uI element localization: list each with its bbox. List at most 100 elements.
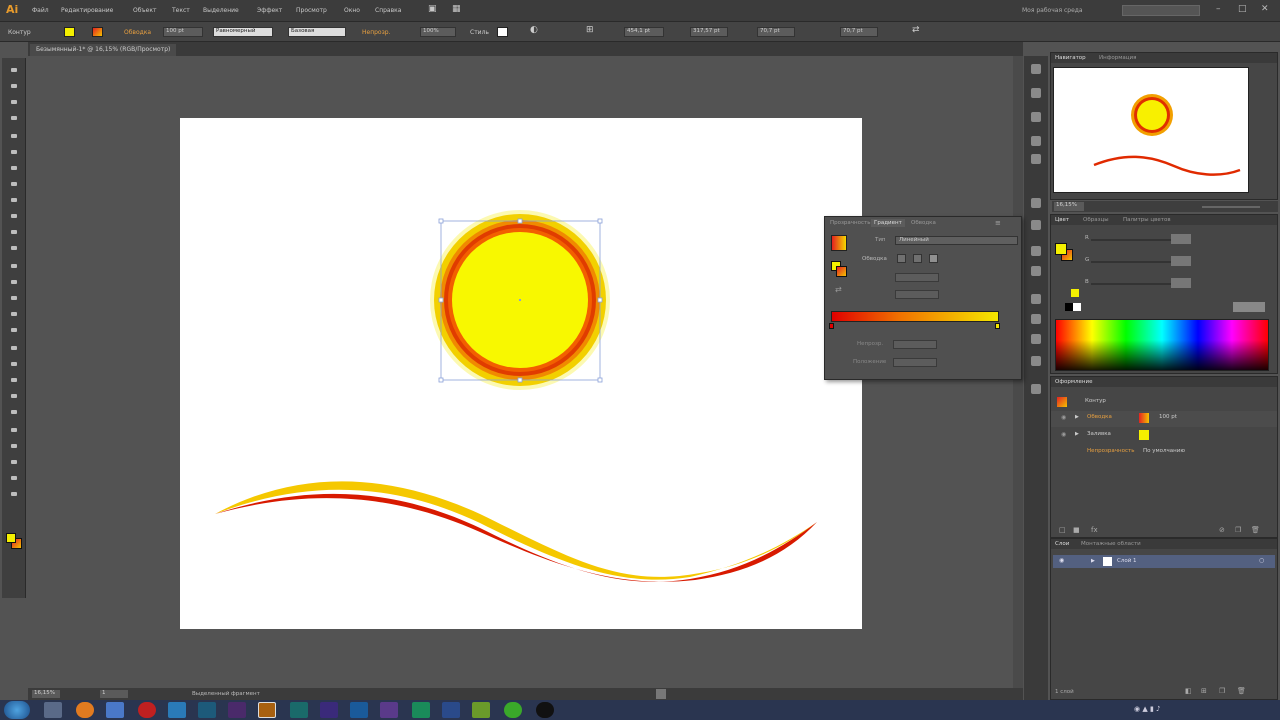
tab-navigator[interactable]: Навигатор xyxy=(1055,55,1086,61)
tab-color-guide[interactable]: Палитры цветов xyxy=(1123,217,1171,223)
artboards-panel-icon[interactable] xyxy=(1031,334,1041,344)
arrange-documents-icon[interactable]: ▦ xyxy=(452,4,461,14)
opacity-field[interactable]: 100% xyxy=(420,27,456,37)
layer-target-icon[interactable]: ○ xyxy=(1259,557,1264,564)
mesh-tool-icon[interactable] xyxy=(9,344,19,352)
white-swatch[interactable] xyxy=(1073,303,1081,311)
taskbar-encore-icon[interactable] xyxy=(380,702,398,718)
tab-appearance[interactable]: Оформление xyxy=(1055,379,1093,385)
taskbar-illustrator-icon[interactable] xyxy=(258,702,276,718)
stroke-label[interactable]: Обводка xyxy=(124,29,151,36)
color-guide-icon[interactable] xyxy=(1031,88,1041,98)
menu-file[interactable]: Файл xyxy=(32,7,49,14)
tab-transparency[interactable]: Прозрачность xyxy=(830,220,870,226)
taskbar-dreamweaver-icon[interactable] xyxy=(290,702,308,718)
gradient-preview-swatch[interactable] xyxy=(831,235,847,251)
fill-indicator[interactable] xyxy=(6,533,16,543)
duplicate-item-icon[interactable]: ❐ xyxy=(1235,526,1241,534)
pencil-tool-icon[interactable] xyxy=(9,212,19,220)
tab-artboards[interactable]: Монтажные области xyxy=(1081,541,1141,547)
pathfinder-icon[interactable] xyxy=(1031,384,1041,394)
gradient-panel-icon[interactable] xyxy=(1031,220,1041,230)
pen-tool-icon[interactable] xyxy=(9,132,19,140)
type-tool-icon[interactable] xyxy=(9,148,19,156)
graphic-style-swatch[interactable] xyxy=(497,27,508,37)
tab-layers[interactable]: Слои xyxy=(1055,541,1069,547)
lasso-tool-icon[interactable] xyxy=(9,114,19,122)
slice-tool-icon[interactable] xyxy=(9,458,19,466)
color-spectrum[interactable] xyxy=(1055,319,1269,371)
transform-icon[interactable]: ⇄ xyxy=(912,25,920,35)
appearance-stroke-label[interactable]: Обводка xyxy=(1087,414,1112,420)
width-field[interactable]: 70,7 pt xyxy=(757,27,795,37)
selection-tool-icon[interactable] xyxy=(9,66,19,74)
menu-object[interactable]: Объект xyxy=(133,7,156,14)
height-field[interactable]: 70,7 pt xyxy=(840,27,878,37)
transparency-panel-icon[interactable] xyxy=(1031,246,1041,256)
navigator-zoom-slider[interactable] xyxy=(1202,206,1260,208)
color-fill-swatch[interactable] xyxy=(1055,243,1067,255)
menu-help[interactable]: Справка xyxy=(375,7,401,14)
menu-view[interactable]: Просмотр xyxy=(296,7,327,14)
y-field[interactable]: 317,57 pt xyxy=(690,27,728,37)
appearance-object-row[interactable]: Контур xyxy=(1051,395,1277,411)
stop-opacity-field[interactable] xyxy=(893,340,937,349)
taskbar-explorer-icon[interactable] xyxy=(44,702,62,718)
appearance-fill-row[interactable]: ◉ ▶ Заливка xyxy=(1051,428,1277,444)
symbols-icon[interactable] xyxy=(1031,154,1041,164)
menu-window[interactable]: Окно xyxy=(344,7,360,14)
add-effect-icon[interactable]: fx xyxy=(1091,526,1098,534)
blob-brush-tool-icon[interactable] xyxy=(9,228,19,236)
taskbar-skype-icon[interactable] xyxy=(442,702,460,718)
delete-item-icon[interactable]: 🗑 xyxy=(1251,526,1260,534)
grad-stroke-swatch[interactable] xyxy=(836,266,847,277)
graphic-styles-icon[interactable] xyxy=(1031,294,1041,304)
add-new-stroke-icon[interactable]: □ xyxy=(1059,526,1066,534)
apply-across-stroke-icon[interactable] xyxy=(929,254,938,263)
layer-name[interactable]: Слой 1 xyxy=(1117,558,1137,564)
ellipse-tool-icon[interactable] xyxy=(9,180,19,188)
appearance-panel-icon[interactable] xyxy=(1031,266,1041,276)
tab-color[interactable]: Цвет xyxy=(1055,217,1069,223)
width-tool-icon[interactable] xyxy=(9,294,19,302)
apply-along-stroke-icon[interactable] xyxy=(913,254,922,263)
layer-visibility-icon[interactable]: ◉ xyxy=(1059,557,1064,564)
tab-info[interactable]: Информация xyxy=(1099,55,1136,61)
free-transform-tool-icon[interactable] xyxy=(9,310,19,318)
stroke-weight-field[interactable]: 100 pt xyxy=(163,27,203,37)
appearance-fill-label[interactable]: Заливка xyxy=(1087,431,1111,437)
taskbar-green-app-icon[interactable] xyxy=(504,702,522,718)
add-new-fill-icon[interactable]: ■ xyxy=(1073,526,1080,534)
layer-expand-icon[interactable]: ▶ xyxy=(1091,558,1095,564)
navigator-zoom-field[interactable]: 16,15% xyxy=(1054,202,1084,211)
menu-edit[interactable]: Редактирование xyxy=(61,7,113,14)
taskbar-utorrent-icon[interactable] xyxy=(412,702,430,718)
column-graph-tool-icon[interactable] xyxy=(9,426,19,434)
clear-appearance-icon[interactable]: ⊘ xyxy=(1219,526,1225,534)
scale-tool-icon[interactable] xyxy=(9,278,19,286)
zoom-level-field[interactable]: 16,15% xyxy=(32,690,60,698)
new-layer-icon[interactable]: ❐ xyxy=(1219,687,1225,695)
taskbar-photoshop-icon[interactable] xyxy=(198,702,216,718)
make-clipping-mask-icon[interactable]: ◧ xyxy=(1185,687,1192,695)
paintbrush-tool-icon[interactable] xyxy=(9,196,19,204)
black-swatch[interactable] xyxy=(1065,303,1073,311)
align-icon[interactable]: ⊞ xyxy=(586,25,594,35)
panel-menu-icon[interactable]: ≡ xyxy=(995,219,1001,227)
stroke-panel-icon[interactable] xyxy=(1031,198,1041,208)
aspect-ratio-field[interactable] xyxy=(895,290,939,299)
collapse-dock-icon[interactable] xyxy=(1031,64,1041,74)
tab-stroke[interactable]: Обводка xyxy=(911,220,936,226)
out-of-gamut-swatch[interactable] xyxy=(1071,289,1079,297)
artwork[interactable] xyxy=(180,118,862,629)
gradient-tool-icon[interactable] xyxy=(9,360,19,368)
g-slider[interactable] xyxy=(1091,261,1171,263)
fill-visibility-icon[interactable]: ◉ xyxy=(1061,431,1066,438)
line-tool-icon[interactable] xyxy=(9,164,19,172)
bridge-icon[interactable]: ▣ xyxy=(428,4,437,14)
new-sublayer-icon[interactable]: ⊞ xyxy=(1201,687,1207,695)
stroke-visibility-icon[interactable]: ◉ xyxy=(1061,414,1066,421)
g-value-field[interactable] xyxy=(1171,256,1191,266)
gradient-slider[interactable] xyxy=(831,311,999,322)
layer-row[interactable]: ◉ ▶ Слой 1 ○ xyxy=(1053,555,1275,568)
